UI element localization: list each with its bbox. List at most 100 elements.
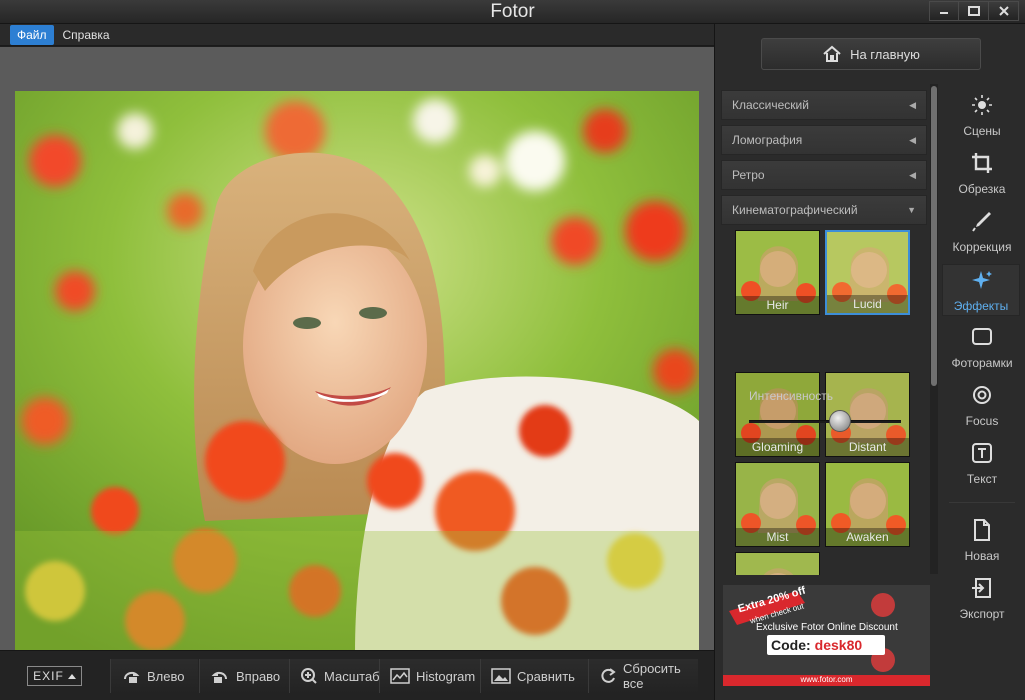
close-button[interactable] <box>989 1 1019 21</box>
sidebar-item-effects[interactable]: Эффекты <box>942 264 1020 316</box>
brush-icon <box>972 212 991 232</box>
crop-icon <box>972 153 992 173</box>
focus-icon <box>973 386 991 404</box>
caret-up-icon <box>67 674 76 679</box>
effect-thumb-partial[interactable] <box>735 552 820 575</box>
reset-label: Сбросить все <box>623 661 681 691</box>
category-classic[interactable]: Классический ◀ <box>721 90 927 120</box>
menu-bar: Файл Справка <box>0 24 714 46</box>
histogram-label: Histogram <box>416 668 476 684</box>
promo-code-value: desk80 <box>814 637 863 653</box>
category-label: Классический <box>732 98 809 112</box>
rotate-left-icon <box>124 671 140 683</box>
histogram-button[interactable]: Histogram <box>379 659 480 693</box>
compare-label: Сравнить <box>517 668 575 684</box>
sidebar-item-crop[interactable]: Обрезка <box>943 148 1021 200</box>
category-retro[interactable]: Ретро ◀ <box>721 160 927 190</box>
export-icon <box>972 578 991 598</box>
effect-thumb-heir[interactable]: Heir <box>735 230 820 315</box>
intensity-slider-track[interactable] <box>749 420 901 423</box>
effect-thumb-awaken[interactable]: Awaken <box>825 462 910 547</box>
promo-banner[interactable]: Extra 20% off when check out Exclusive F… <box>723 585 930 686</box>
home-label: На главную <box>850 46 920 62</box>
home-button[interactable]: На главную <box>761 38 981 70</box>
sidebar-item-frames[interactable]: Фоторамки <box>943 322 1021 374</box>
histogram-icon <box>390 668 410 684</box>
category-cinematic[interactable]: Кинематографический ▼ <box>721 195 927 225</box>
scrollbar-thumb[interactable] <box>931 86 937 386</box>
promo-headline: Exclusive Fotor Online Discount <box>756 622 898 633</box>
rotate-right-icon <box>211 671 227 683</box>
menu-file[interactable]: Файл <box>10 24 54 45</box>
bottom-toolbar: EXIF Влево Вправо Масштаб Histogram Срав… <box>0 650 714 700</box>
window-controls <box>929 1 1019 21</box>
canvas-area[interactable] <box>0 47 714 653</box>
sidebar-item-adjust[interactable]: Коррекция <box>943 206 1021 258</box>
promo-url: www.fotor.com <box>800 675 853 684</box>
sidebar-label: Фоторамки <box>951 356 1013 370</box>
effect-label: Heir <box>736 296 819 314</box>
promo-code: Code: desk80 <box>771 637 862 653</box>
effect-thumb-mist[interactable]: Mist <box>735 462 820 547</box>
sidebar-label: Сцены <box>963 124 1001 138</box>
right-panel: На главную Классический ◀ Ломография ◀ Р… <box>714 24 1025 700</box>
rotate-left-button[interactable]: Влево <box>110 659 198 693</box>
category-lomography[interactable]: Ломография ◀ <box>721 125 927 155</box>
zoom-icon <box>301 668 317 684</box>
category-label: Ретро <box>732 168 765 182</box>
sparkle-icon <box>972 271 992 289</box>
rotate-left-label: Влево <box>147 668 185 684</box>
sidebar-item-focus[interactable]: Focus <box>943 380 1021 432</box>
sidebar-item-export[interactable]: Экспорт <box>943 573 1021 625</box>
menu-help[interactable]: Справка <box>56 25 117 45</box>
sidebar-item-scenes[interactable]: Сцены <box>943 90 1021 142</box>
reset-icon <box>601 668 616 683</box>
effects-scrollbar[interactable] <box>930 84 938 574</box>
effect-thumb-lucid[interactable]: Lucid <box>825 230 910 315</box>
effect-label: Gloaming <box>736 438 819 456</box>
category-label: Кинематографический <box>732 203 858 217</box>
compare-button[interactable]: Сравнить <box>480 659 588 693</box>
intensity-label: Интенсивность <box>749 389 834 403</box>
collapsed-arrow-icon: ◀ <box>909 134 916 145</box>
minimize-button[interactable] <box>929 1 959 21</box>
maximize-button[interactable] <box>959 1 989 21</box>
sidebar-label: Новая <box>964 549 1000 563</box>
sidebar-label: Экспорт <box>959 607 1005 621</box>
sun-icon <box>972 95 992 115</box>
new-file-icon <box>974 519 990 541</box>
title-bar: Fotor <box>0 0 1025 24</box>
reset-all-button[interactable]: Сбросить все <box>588 659 698 693</box>
expanded-arrow-icon: ▼ <box>907 205 916 215</box>
edited-photo <box>15 91 699 653</box>
sidebar-label: Эффекты <box>953 299 1009 313</box>
close-icon <box>998 6 1009 16</box>
effect-thumb-gloaming[interactable]: Gloaming <box>735 372 820 457</box>
category-label: Ломография <box>732 133 803 147</box>
effect-label: Mist <box>736 528 819 546</box>
home-icon <box>823 45 841 62</box>
zoom-label: Масштаб <box>324 668 380 684</box>
exif-button[interactable]: EXIF <box>27 666 82 686</box>
promo-code-label: Code: <box>771 637 811 653</box>
collapsed-arrow-icon: ◀ <box>909 99 916 110</box>
effect-label: Awaken <box>826 528 909 546</box>
sidebar-label: Коррекция <box>952 240 1012 254</box>
minimize-icon <box>940 12 948 14</box>
sidebar-label: Focus <box>965 414 999 428</box>
effect-label: Lucid <box>827 295 908 313</box>
frame-icon <box>972 328 992 345</box>
effects-list: Классический ◀ Ломография ◀ Ретро ◀ Кине… <box>719 90 927 575</box>
zoom-button[interactable]: Масштаб <box>289 659 380 693</box>
sidebar-label: Текст <box>966 472 998 486</box>
sidebar-item-text[interactable]: Текст <box>943 438 1021 490</box>
compare-icon <box>491 668 511 684</box>
sidebar-divider <box>949 502 1015 503</box>
rotate-right-label: Вправо <box>236 668 281 684</box>
effect-label: Distant <box>826 438 909 456</box>
window-title: Fotor <box>490 1 535 22</box>
exif-label: EXIF <box>33 669 64 683</box>
sidebar-item-new[interactable]: Новая <box>943 515 1021 567</box>
tools-sidebar: Сцены Обрезка Коррекция Эффекты Фоторамк… <box>942 90 1025 700</box>
rotate-right-button[interactable]: Вправо <box>199 659 289 693</box>
